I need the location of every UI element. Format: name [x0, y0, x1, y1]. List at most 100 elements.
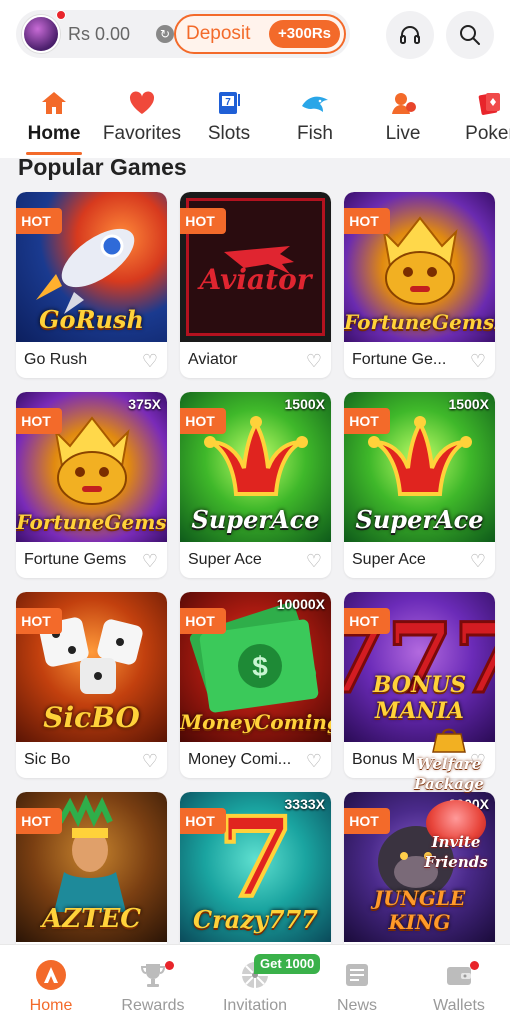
heart-icon — [129, 91, 155, 114]
invite-friends-widget[interactable]: Invite Friends — [416, 800, 496, 880]
search-button[interactable] — [446, 11, 494, 59]
balance-amount: Rs 0.00 — [68, 24, 131, 44]
game-art-title: AZTEC — [41, 904, 141, 934]
hot-badge: HOT — [16, 408, 62, 434]
multiplier-label: 1500X — [448, 396, 489, 412]
game-card[interactable]: 1500X SuperAce HOT Super Ace ♡ — [180, 392, 331, 578]
svg-text:7: 7 — [218, 793, 295, 922]
tab-label: Home — [27, 123, 81, 144]
tab-slots[interactable]: 7 Slots — [198, 72, 260, 158]
search-icon — [460, 25, 480, 45]
avatar[interactable] — [22, 15, 60, 53]
favorite-heart-icon[interactable]: ♡ — [142, 551, 158, 572]
game-name: Fortune Ge... — [352, 351, 447, 368]
hot-badge: HOT — [344, 408, 390, 434]
tab-live[interactable]: Live — [372, 72, 434, 158]
favorite-heart-icon[interactable]: ♡ — [306, 351, 322, 372]
game-art-title: SuperAce — [355, 505, 484, 534]
nav-label: Rewards — [121, 997, 185, 1014]
hot-badge: HOT — [344, 208, 390, 234]
favorite-heart-icon[interactable]: ♡ — [306, 551, 322, 572]
hot-badge: HOT — [16, 808, 62, 834]
tab-label: Favorites — [102, 123, 182, 144]
multiplier-label: 10000X — [276, 596, 325, 612]
game-card[interactable]: 375X FortuneGems HOT Fortune Gems ♡ — [16, 392, 167, 578]
game-art-title: Crazy777 — [193, 905, 318, 934]
welfare-package-widget[interactable]: Welfare Package — [414, 724, 484, 793]
deposit-label: Deposit — [186, 23, 251, 44]
nav-rewards[interactable]: Rewards — [103, 945, 203, 1024]
game-card[interactable]: Aviator HOT Aviator ♡ — [180, 192, 331, 378]
section-title: Popular Games — [18, 154, 187, 180]
game-name: Sic Bo — [24, 751, 71, 768]
hot-badge: HOT — [344, 808, 390, 834]
tab-label: Poker — [465, 123, 510, 144]
favorite-heart-icon[interactable]: ♡ — [470, 351, 486, 372]
game-art-title: Aviator — [199, 263, 312, 296]
favorite-heart-icon[interactable]: ♡ — [142, 351, 158, 372]
game-name: Bonus M — [352, 751, 416, 768]
favorite-heart-icon[interactable]: ♡ — [470, 551, 486, 572]
shark-icon — [302, 96, 328, 112]
home-icon — [42, 92, 66, 114]
hot-badge: HOT — [16, 208, 62, 234]
nav-news[interactable]: News — [307, 945, 407, 1024]
tab-label: Slots — [207, 123, 251, 144]
game-name: Super Ace — [188, 551, 262, 568]
welfare-package-label: Welfare Package — [414, 755, 484, 793]
svg-text:7: 7 — [225, 97, 231, 108]
game-art-title: GoRush — [39, 305, 144, 334]
nav-home[interactable]: Home — [1, 945, 101, 1024]
nav-label: Invitation — [222, 997, 288, 1014]
game-card[interactable]: GoRush HOT Go Rush ♡ — [16, 192, 167, 378]
svg-text:$: $ — [252, 651, 268, 682]
support-button[interactable] — [386, 11, 434, 59]
hot-badge: HOT — [180, 608, 226, 634]
top-bar: Rs 0.00 ↻ Deposit +300Rs — [0, 0, 510, 72]
multiplier-label: 375X — [128, 396, 161, 412]
tab-label: Live — [385, 123, 421, 144]
game-art-title: MoneyComing — [180, 710, 331, 734]
nav-label: Wallets — [433, 997, 485, 1014]
game-card[interactable]: $ 10000X MoneyComing HOT Money Comi... ♡ — [180, 592, 331, 778]
game-name: Fortune Gems — [24, 551, 127, 568]
game-card[interactable]: FortuneGems2 HOT Fortune Ge... ♡ — [344, 192, 495, 378]
balance-bar: Rs 0.00 ↻ Deposit +300Rs — [16, 10, 350, 58]
news-icon — [346, 964, 368, 986]
tab-favorites[interactable]: Favorites — [98, 72, 186, 158]
game-art-title: BONUS MANIA — [372, 672, 467, 724]
game-art-title: SicBO — [43, 701, 140, 734]
deposit-button[interactable]: Deposit +300Rs — [174, 14, 346, 54]
refresh-icon[interactable]: ↻ — [156, 25, 174, 43]
live-dealer-icon — [392, 93, 416, 114]
invitation-reward-badge: Get 1000 — [254, 954, 321, 974]
nav-label: News — [336, 997, 377, 1014]
slot-machine-icon: 7 — [219, 92, 240, 114]
game-card[interactable]: 1500X SuperAce HOT Super Ace ♡ — [344, 392, 495, 578]
tab-fish[interactable]: Fish — [284, 72, 346, 158]
multiplier-label: 1500X — [284, 396, 325, 412]
game-name: Aviator — [188, 351, 238, 368]
game-art-title: JUNGLE KING — [373, 886, 466, 934]
cards-icon — [478, 93, 500, 115]
nav-label: Home — [29, 997, 73, 1014]
favorite-heart-icon[interactable]: ♡ — [306, 751, 322, 772]
nav-wallets[interactable]: Wallets — [409, 945, 509, 1024]
game-art-title: FortuneGems — [16, 510, 167, 534]
favorite-heart-icon[interactable]: ♡ — [142, 751, 158, 772]
wallets-notification-dot — [470, 961, 479, 970]
hot-badge: HOT — [180, 408, 226, 434]
notification-dot — [56, 10, 66, 20]
gift-bag-icon — [432, 728, 466, 753]
tab-home[interactable]: Home — [22, 72, 86, 158]
headset-icon — [400, 26, 420, 44]
multiplier-label: 3333X — [284, 796, 325, 812]
game-name: Super Ace — [352, 551, 426, 568]
deposit-bonus-badge: +300Rs — [269, 20, 340, 48]
invite-friends-label: Invite Friends — [424, 833, 488, 871]
hot-badge: HOT — [180, 208, 226, 234]
game-card[interactable]: SicBO HOT Sic Bo ♡ — [16, 592, 167, 778]
tab-poker[interactable]: Poker — [458, 72, 510, 158]
game-name: Money Comi... — [188, 751, 292, 768]
game-art-title: SuperAce — [191, 505, 320, 534]
